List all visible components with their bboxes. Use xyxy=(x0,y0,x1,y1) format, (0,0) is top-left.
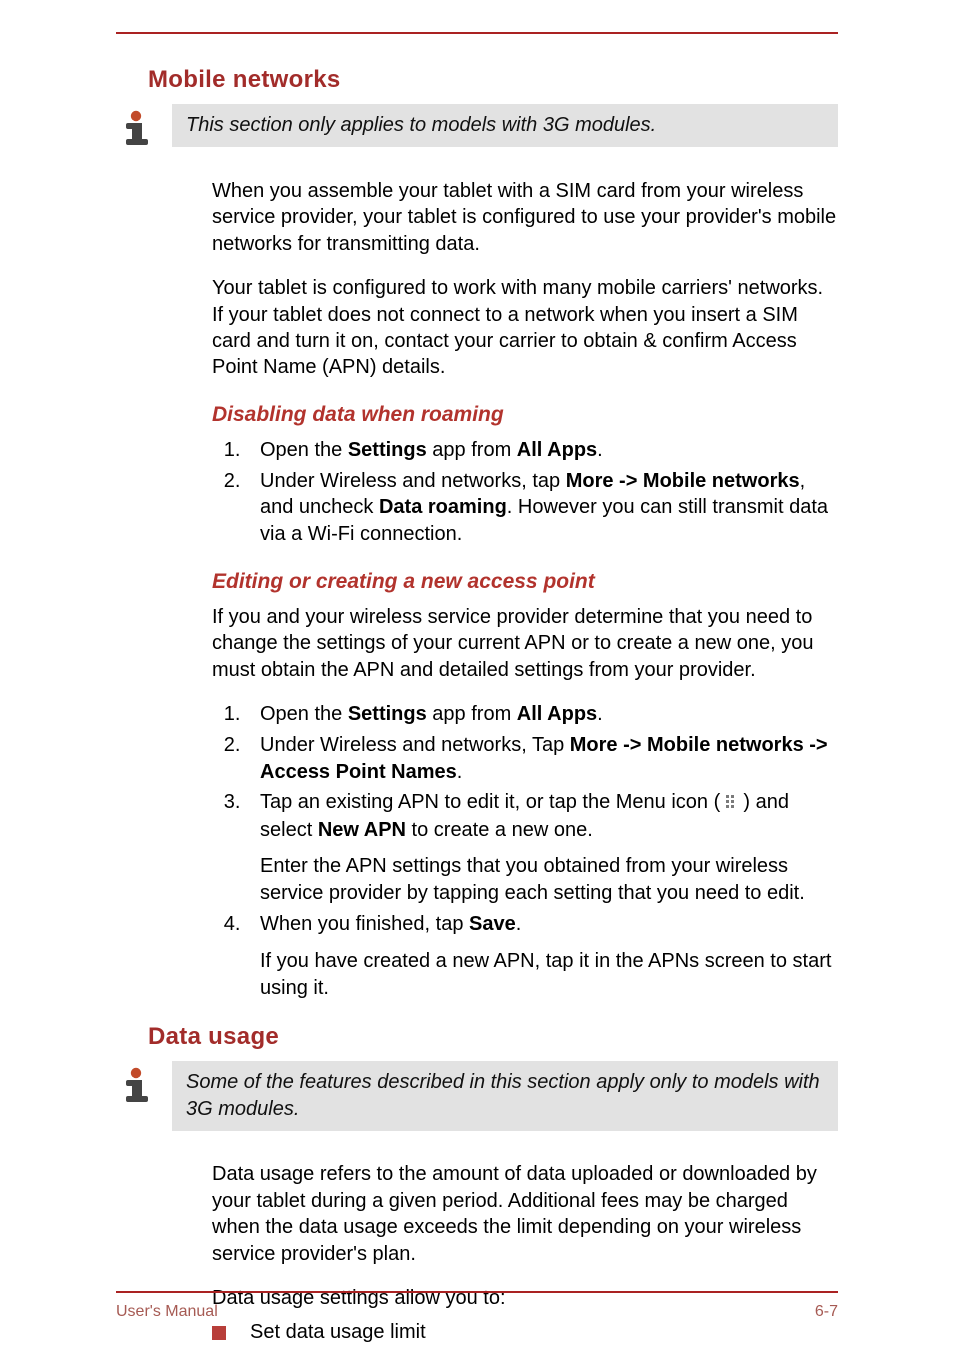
strong-text: Data roaming xyxy=(379,496,507,518)
info-icon xyxy=(116,1065,156,1105)
list-item: Open the Settings app from All Apps. xyxy=(246,701,838,728)
list-item: Open the Settings app from All Apps. xyxy=(246,437,838,464)
step-text: Under Wireless and networks, Tap xyxy=(260,734,570,756)
step-text: Tap an existing APN to edit it, or tap t… xyxy=(260,791,726,813)
step-text: Open the xyxy=(260,703,348,725)
list-item: Under Wireless and networks, tap More ->… xyxy=(246,468,838,548)
bullet-item: Set data usage limit xyxy=(212,1321,838,1344)
strong-text: All Apps xyxy=(517,703,597,725)
step-note: If you have created a new APN, tap it in… xyxy=(260,948,838,1002)
subheading-disabling-data-roaming: Disabling data when roaming xyxy=(212,403,838,427)
step-text: . xyxy=(597,703,603,725)
note-text: Some of the features described in this s… xyxy=(172,1061,838,1131)
step-text: Open the xyxy=(260,439,348,461)
step-text: . xyxy=(516,913,522,935)
note-data-usage: Some of the features described in this s… xyxy=(116,1061,838,1131)
menu-icon xyxy=(726,790,738,817)
note-text: This section only applies to models with… xyxy=(172,104,838,147)
top-rule xyxy=(116,32,838,34)
footer: User's Manual 6-7 xyxy=(116,1303,838,1321)
strong-text: New APN xyxy=(318,819,406,841)
paragraph: Your tablet is configured to work with m… xyxy=(212,275,838,381)
paragraph: If you and your wireless service provide… xyxy=(212,604,838,683)
step-text: app from xyxy=(427,439,517,461)
heading-mobile-networks: Mobile networks xyxy=(148,66,838,94)
step-text: When you finished, tap xyxy=(260,913,469,935)
step-note: Enter the APN settings that you obtained… xyxy=(260,853,838,907)
steps-list: Open the Settings app from All Apps. Und… xyxy=(246,701,838,1001)
strong-text: Settings xyxy=(348,703,427,725)
strong-text: All Apps xyxy=(517,439,597,461)
strong-text: Save xyxy=(469,913,516,935)
list-item: When you finished, tap Save. If you have… xyxy=(246,911,838,1001)
step-text: Under Wireless and networks, tap xyxy=(260,470,566,492)
step-text: . xyxy=(457,761,463,783)
step-text: to create a new one. xyxy=(406,819,593,841)
footer-left: User's Manual xyxy=(116,1303,218,1321)
info-icon xyxy=(116,108,156,148)
paragraph: When you assemble your tablet with a SIM… xyxy=(212,178,838,257)
steps-list: Open the Settings app from All Apps. Und… xyxy=(246,437,838,548)
paragraph: Data usage refers to the amount of data … xyxy=(212,1161,838,1267)
note-mobile-networks: This section only applies to models with… xyxy=(116,104,838,148)
footer-right: 6-7 xyxy=(815,1303,838,1321)
strong-text: Settings xyxy=(348,439,427,461)
bullet-square-icon xyxy=(212,1326,226,1340)
strong-text: More -> Mobile networks xyxy=(566,470,800,492)
bullet-text: Set data usage limit xyxy=(250,1321,426,1344)
heading-data-usage: Data usage xyxy=(148,1023,838,1051)
subheading-editing-access-point: Editing or creating a new access point xyxy=(212,570,838,594)
bottom-rule xyxy=(116,1291,838,1293)
list-item: Under Wireless and networks, Tap More ->… xyxy=(246,732,838,786)
list-item: Tap an existing APN to edit it, or tap t… xyxy=(246,789,838,907)
step-text: app from xyxy=(427,703,517,725)
step-text: . xyxy=(597,439,603,461)
